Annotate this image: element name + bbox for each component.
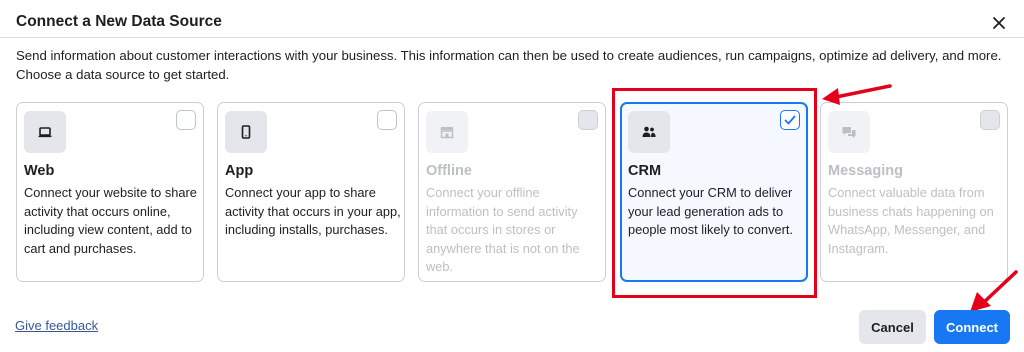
card-checkbox[interactable] xyxy=(176,110,196,130)
card-title: Offline xyxy=(426,163,472,179)
dialog-title: Connect a New Data Source xyxy=(16,13,222,30)
card-title: Messaging xyxy=(828,163,903,179)
card-app[interactable]: App Connect your app to share activity t… xyxy=(217,102,405,282)
card-checkbox[interactable] xyxy=(377,110,397,130)
close-button[interactable] xyxy=(988,12,1010,34)
highlight-box xyxy=(612,88,817,298)
card-title: App xyxy=(225,163,254,179)
annotation-arrow-icon xyxy=(970,270,1018,312)
store-icon xyxy=(440,127,454,139)
card-icon-box xyxy=(225,111,267,153)
cancel-button[interactable]: Cancel xyxy=(859,310,926,344)
laptop-icon xyxy=(38,127,52,138)
card-checkbox[interactable] xyxy=(578,110,598,130)
card-icon-box xyxy=(24,111,66,153)
header-divider xyxy=(0,37,1024,38)
card-description: Connect your offline information to send… xyxy=(426,185,580,274)
chat-icon xyxy=(842,127,856,138)
dialog-description: Send information about customer interact… xyxy=(16,48,1002,82)
card-web[interactable]: Web Connect your website to share activi… xyxy=(16,102,204,282)
card-title: Web xyxy=(24,163,55,179)
phone-icon xyxy=(241,125,251,139)
card-offline[interactable]: Offline Connect your offline information… xyxy=(418,102,606,282)
annotation-arrow-icon xyxy=(822,84,892,105)
card-icon-box xyxy=(426,111,468,153)
card-messaging[interactable]: Messaging Connect valuable data from bus… xyxy=(820,102,1008,282)
give-feedback-link[interactable]: Give feedback xyxy=(15,318,98,333)
card-checkbox[interactable] xyxy=(980,110,1000,130)
card-description: Connect your app to share activity that … xyxy=(225,185,401,237)
card-icon-box xyxy=(828,111,870,153)
card-description: Connect your website to share activity t… xyxy=(24,185,197,256)
close-icon xyxy=(993,17,1005,29)
card-description: Connect valuable data from business chat… xyxy=(828,185,994,256)
connect-button[interactable]: Connect xyxy=(934,310,1010,344)
connect-data-source-dialog: Connect a New Data Source Send informati… xyxy=(0,0,1024,352)
